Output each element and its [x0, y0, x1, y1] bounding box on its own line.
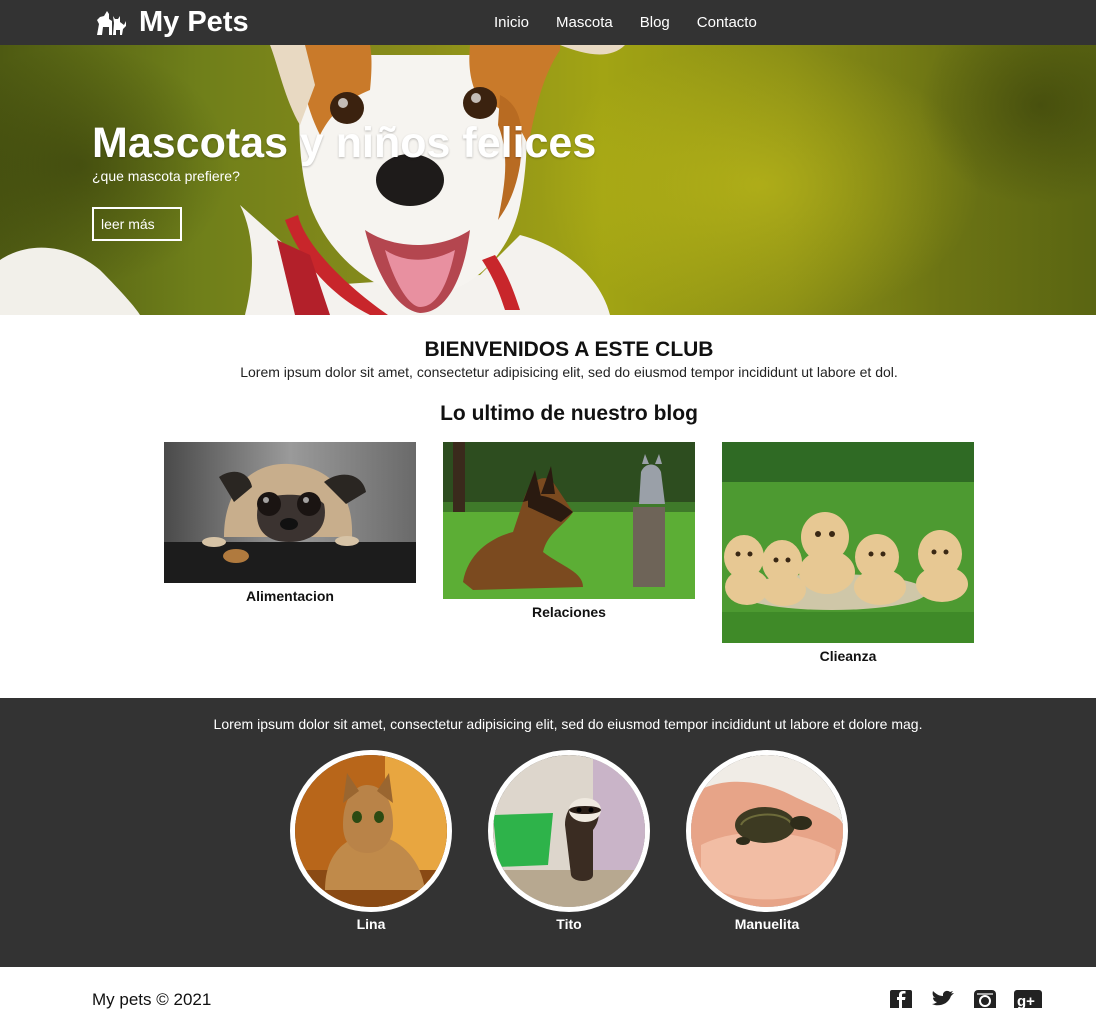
welcome-text: Lorem ipsum dolor sit amet, consectetur …	[240, 364, 898, 380]
blog-card-caption[interactable]: Alimentacion	[164, 588, 416, 604]
hero-title: Mascotas y niños felices	[92, 119, 597, 167]
brand[interactable]: My Pets	[95, 4, 249, 40]
read-more-button[interactable]: leer más	[92, 207, 182, 241]
twitter-icon[interactable]	[930, 990, 956, 1008]
pet-card-manuelita[interactable]: Manuelita	[686, 750, 848, 932]
blog-card-clieanza[interactable]: Clieanza	[722, 442, 974, 664]
pet-name: Lina	[356, 916, 386, 932]
copyright-text: My pets © 2021	[92, 990, 212, 1009]
google-plus-icon[interactable]: g+	[1014, 990, 1042, 1012]
ferret-image	[493, 755, 645, 907]
dog-and-cat-image	[443, 442, 695, 599]
cat-image	[295, 755, 447, 907]
pet-avatar	[488, 750, 650, 912]
blog-card-relaciones[interactable]: Relaciones	[443, 442, 695, 620]
pet-name: Tito	[556, 916, 582, 932]
pet-card-lina[interactable]: Lina	[290, 750, 452, 932]
pets-band: Lorem ipsum dolor sit amet, consectetur …	[0, 698, 1096, 967]
hero-subtitle: ¿que mascota prefiere?	[92, 168, 240, 184]
puppies-image	[722, 442, 974, 643]
welcome-title: BIENVENIDOS A ESTE CLUB	[424, 338, 714, 361]
main-nav: Inicio Mascota Blog Contacto	[494, 0, 784, 45]
pets-icon	[95, 8, 127, 36]
nav-link-blog[interactable]: Blog	[640, 14, 670, 31]
blog-card-alimentacion[interactable]: Alimentacion	[164, 442, 416, 604]
blog-card-caption[interactable]: Relaciones	[443, 604, 695, 620]
svg-text:g+: g+	[1017, 993, 1035, 1008]
nav-link-mascota[interactable]: Mascota	[556, 14, 613, 31]
nav-link-contacto[interactable]: Contacto	[697, 14, 757, 31]
facebook-icon[interactable]	[890, 990, 912, 1012]
pet-name: Manuelita	[734, 916, 800, 932]
instagram-icon[interactable]	[974, 990, 996, 1012]
band-text: Lorem ipsum dolor sit amet, consectetur …	[213, 716, 923, 732]
nav-link-inicio[interactable]: Inicio	[494, 14, 529, 31]
blog-card-caption[interactable]: Clieanza	[722, 648, 974, 664]
pug-image	[164, 442, 416, 583]
top-navbar: My Pets Inicio Mascota Blog Contacto	[0, 0, 1096, 45]
pet-avatar	[686, 750, 848, 912]
hero-banner: Mascotas y niños felices ¿que mascota pr…	[0, 45, 1096, 315]
pet-avatar	[290, 750, 452, 912]
pet-card-tito[interactable]: Tito	[488, 750, 650, 932]
turtle-image	[691, 755, 843, 907]
site-title: My Pets	[139, 6, 249, 38]
blog-section-title: Lo ultimo de nuestro blog	[440, 402, 698, 425]
